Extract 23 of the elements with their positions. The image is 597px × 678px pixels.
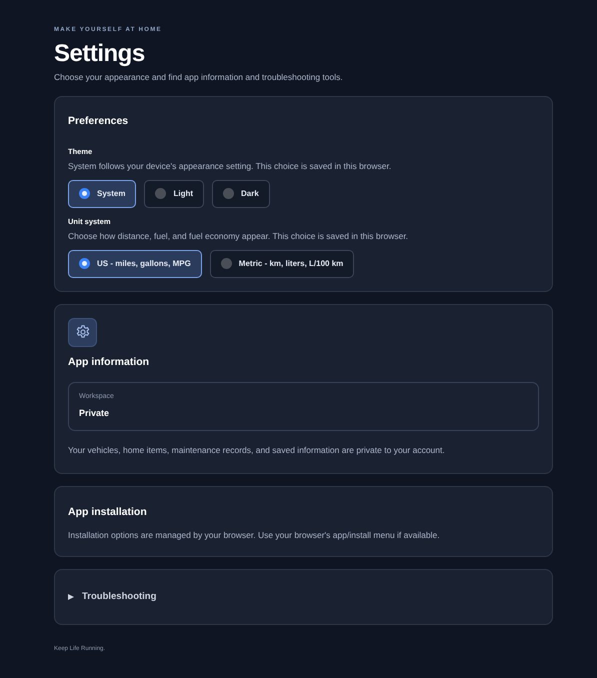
panel-title: Troubleshooting	[82, 590, 156, 604]
card-note: Your vehicles, home items, maintenance records, and saved information are private to your account.	[68, 444, 446, 456]
radio-icon	[223, 188, 234, 200]
card-title: App installation	[68, 505, 148, 520]
card-title: App information	[68, 354, 150, 370]
radio-option[interactable]: Metric - km, liters, L/100 km	[210, 250, 354, 278]
radio-option[interactable]: Light	[144, 180, 204, 208]
troubleshooting-panel[interactable]: Troubleshooting	[54, 568, 553, 626]
field-value: Private	[79, 407, 110, 420]
radio-option[interactable]: Dark	[212, 180, 270, 208]
group-hint: System follows your device's appearance setting. This choice is saved in this browser.	[68, 160, 392, 173]
page-title: Settings	[54, 41, 146, 68]
card-title: Preferences	[68, 114, 130, 130]
radio-icon	[79, 188, 90, 200]
card-note: Installation options are managed by your browser. Use your browser's app/install menu if available.	[68, 529, 441, 542]
radio-icon	[220, 258, 232, 270]
radio-option[interactable]: System	[68, 180, 136, 208]
radio-option[interactable]: US - miles, gallons, MPG	[68, 250, 202, 278]
page-subtitle: Choose your appearance and find app information and troubleshooting tools.	[54, 71, 344, 84]
radio-icon	[79, 258, 90, 270]
gear-icon	[68, 318, 97, 347]
radio-icon	[155, 188, 166, 200]
group-hint: Choose how distance, fuel, and fuel economy appear. This choice is saved in this browser.	[68, 230, 410, 243]
